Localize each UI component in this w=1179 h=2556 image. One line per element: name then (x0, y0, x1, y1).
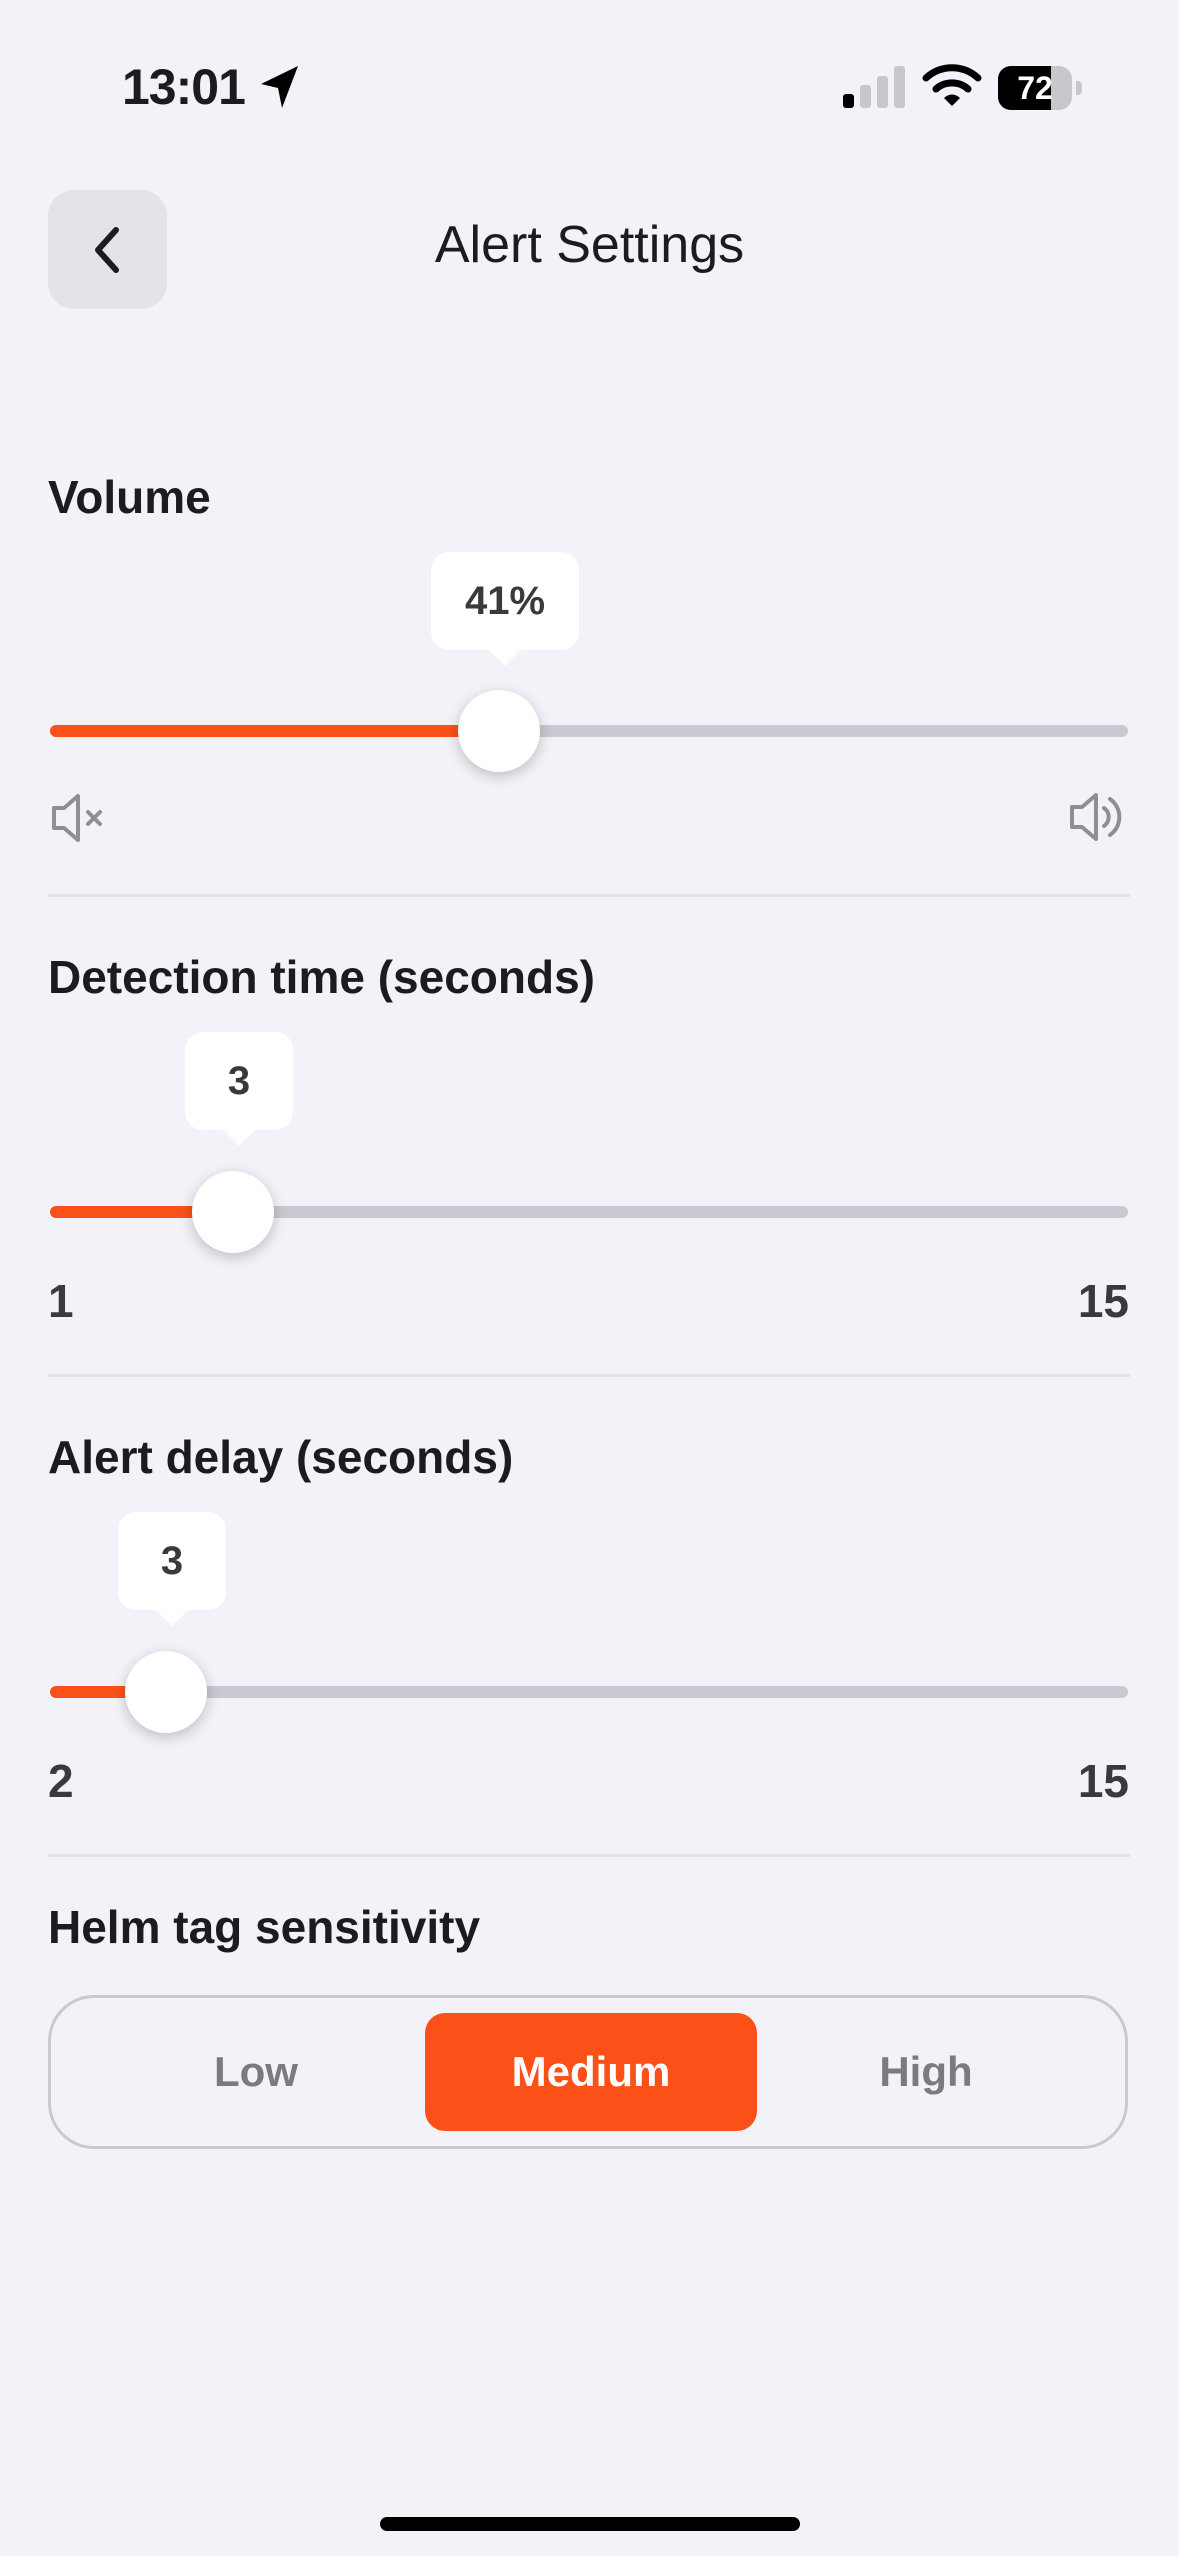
battery-icon: 72 (998, 66, 1082, 110)
sensitivity-segmented-control: Low Medium High (48, 1995, 1128, 2149)
volume-slider-thumb[interactable] (458, 690, 540, 772)
volume-slider-track[interactable] (50, 725, 1128, 737)
detection-time-min: 1 (48, 1275, 74, 1327)
alert-delay-slider-thumb[interactable] (125, 1651, 207, 1733)
segment-medium[interactable]: Medium (425, 2013, 757, 2131)
detection-time-value: 3 (227, 1058, 251, 1103)
speaker-mute-icon[interactable] (50, 790, 108, 846)
divider (48, 1374, 1130, 1377)
segment-low[interactable]: Low (91, 2013, 421, 2131)
alert-delay-min: 2 (48, 1755, 74, 1807)
alert-delay-max: 15 (1077, 1755, 1129, 1807)
location-arrow-icon (261, 66, 298, 108)
detection-time-max: 15 (1077, 1275, 1129, 1327)
segment-high[interactable]: High (761, 2013, 1091, 2131)
detection-time-tooltip: 3 (185, 1032, 293, 1146)
page-title: Alert Settings (434, 216, 745, 274)
signal-icon (843, 66, 905, 108)
detection-time-label: Detection time (seconds) (48, 951, 595, 1003)
status-time: 13:01 (122, 59, 246, 115)
volume-value-text: 41% (464, 578, 546, 623)
alert-delay-tooltip: 3 (118, 1512, 226, 1626)
volume-value-tooltip: 41% (431, 552, 579, 666)
volume-slider-fill (50, 725, 499, 737)
speaker-loud-icon[interactable] (1068, 788, 1128, 846)
divider (48, 1854, 1130, 1857)
detection-time-slider-thumb[interactable] (192, 1171, 274, 1253)
home-indicator (380, 2517, 800, 2531)
divider (48, 894, 1130, 897)
alert-delay-label: Alert delay (seconds) (48, 1431, 514, 1483)
wifi-icon (922, 64, 982, 106)
volume-label: Volume (48, 471, 211, 523)
alert-delay-slider-track[interactable] (50, 1686, 1128, 1698)
alert-delay-value: 3 (160, 1538, 184, 1583)
status-bar: 13:01 72 (0, 0, 1179, 170)
battery-level: 72 (1017, 70, 1053, 106)
sensitivity-label: Helm tag sensitivity (48, 1901, 481, 1953)
